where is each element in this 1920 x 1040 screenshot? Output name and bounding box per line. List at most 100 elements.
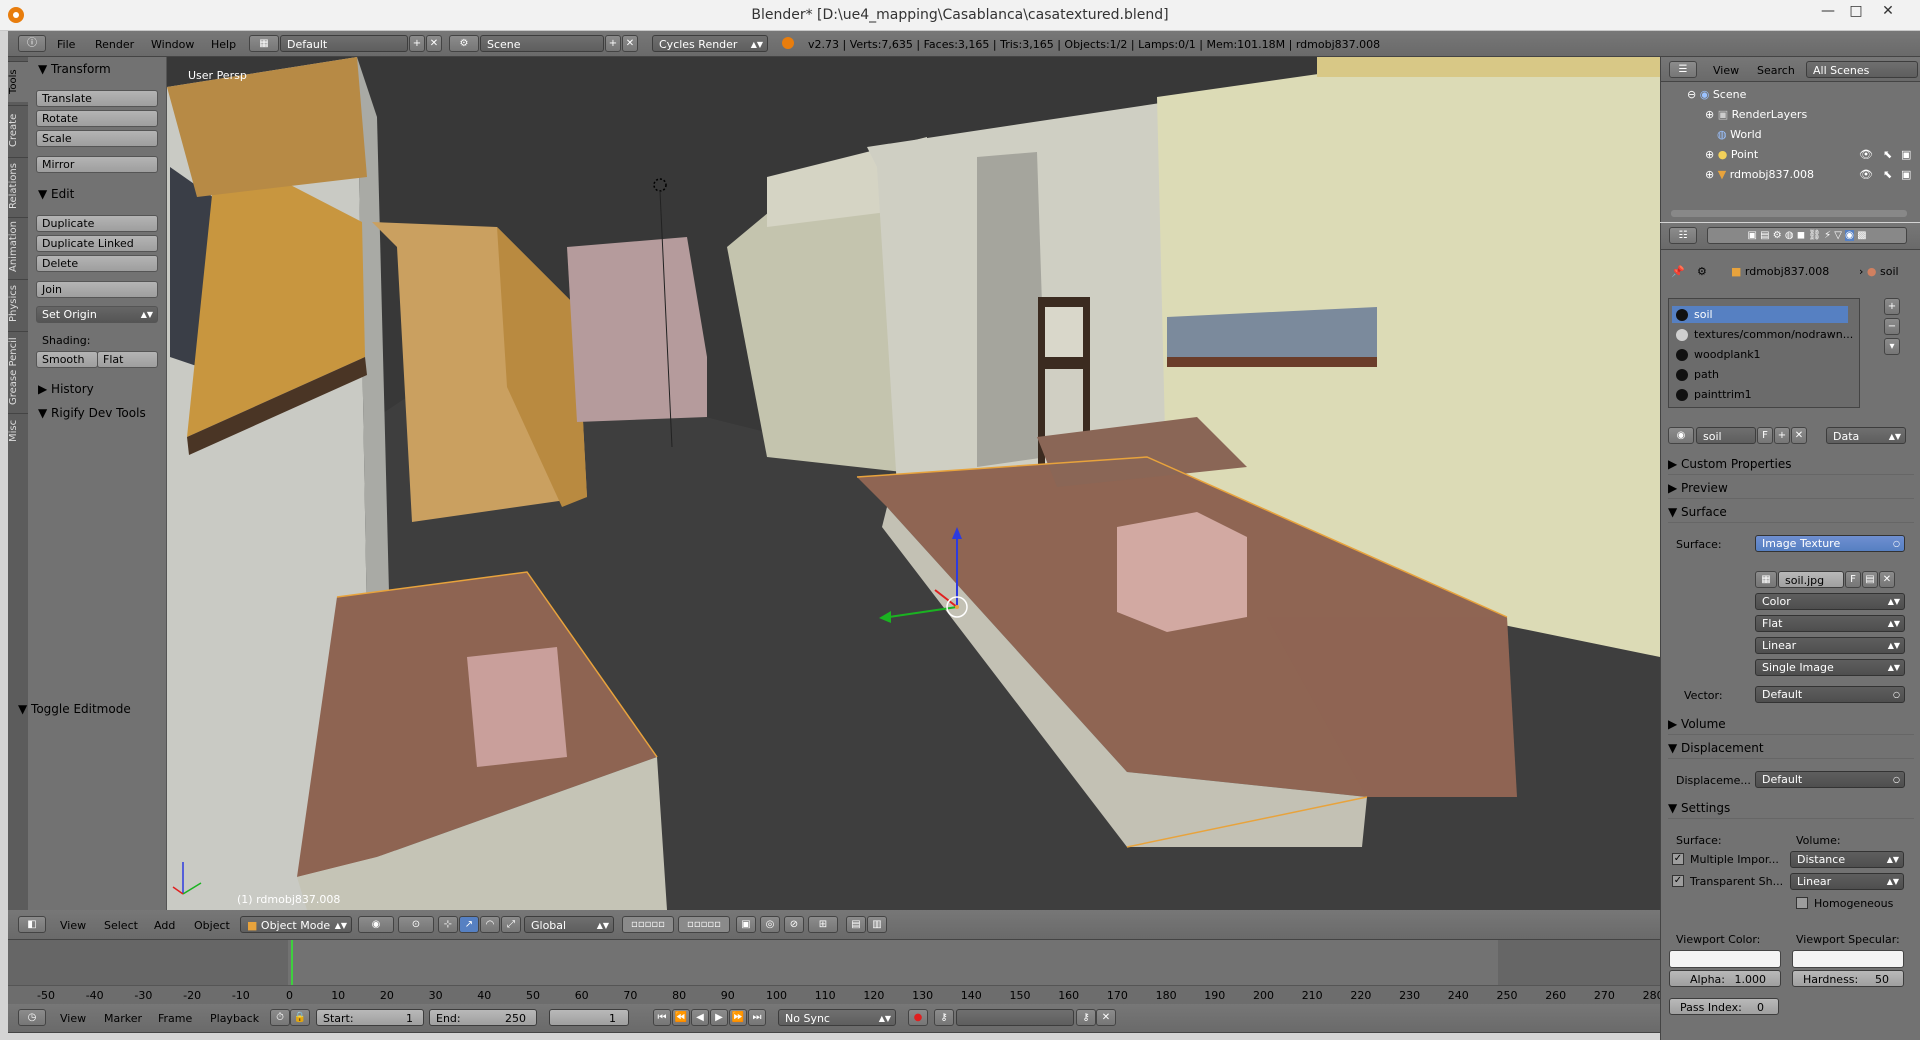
transparent-shadows-checkbox[interactable]: ✓ <box>1672 875 1684 887</box>
delete-button[interactable]: Delete <box>36 255 158 272</box>
outliner-item-scene[interactable]: ⊖ ◉ Scene <box>1687 88 1746 101</box>
sync-mode-select[interactable]: No Sync ▲▼ <box>778 1009 896 1026</box>
edit-panel-header[interactable]: ▼ Edit <box>38 187 170 201</box>
render-camera-icon[interactable]: ▣ <box>1901 168 1911 181</box>
displacement-panel-header[interactable]: ▼ Displacement <box>1668 741 1914 759</box>
smooth-button[interactable]: Smooth <box>36 351 98 368</box>
set-origin-select[interactable]: Set Origin ▲▼ <box>36 306 158 323</box>
snap-element-icon[interactable]: ⊞ <box>808 916 838 933</box>
material-slot-painttrim1[interactable]: painttrim1 <box>1676 388 1752 401</box>
editor-type-outliner-icon[interactable]: ☰ <box>1669 61 1697 78</box>
render-anim-icon[interactable]: ▥ <box>867 916 887 933</box>
translate-button[interactable]: Translate <box>36 90 158 107</box>
menu-file[interactable]: File <box>57 38 75 51</box>
scale-manipulator-icon[interactable]: ⤢ <box>501 916 521 933</box>
material-browse-icon[interactable]: ◉ <box>1668 427 1694 444</box>
jump-start-icon[interactable]: ⏮ <box>653 1009 671 1026</box>
menu-help[interactable]: Help <box>211 38 236 51</box>
menu-timeline-view[interactable]: View <box>60 1012 86 1025</box>
mirror-button[interactable]: Mirror <box>36 156 158 173</box>
outliner-filter-select[interactable]: All Scenes <box>1806 61 1918 78</box>
multiple-importance-checkbox[interactable]: ✓ <box>1672 853 1684 865</box>
volume-panel-header[interactable]: ▶ Volume <box>1668 717 1914 735</box>
material-link-select[interactable]: Data ▲▼ <box>1826 427 1906 444</box>
displacement-select[interactable]: Default ○ <box>1755 771 1905 788</box>
pass-index-field[interactable]: Pass Index: 0 <box>1669 998 1779 1015</box>
tab-relations[interactable]: Relations <box>8 157 28 214</box>
jump-key-forward-icon[interactable]: ⏩ <box>729 1009 747 1026</box>
image-open-button[interactable]: ▤ <box>1862 571 1878 588</box>
snap-toggle-icon[interactable]: ⊘ <box>784 916 804 933</box>
material-slot-path[interactable]: path <box>1676 368 1719 381</box>
preview-panel-header[interactable]: ▶ Preview <box>1668 481 1914 499</box>
menu-object[interactable]: Object <box>194 919 230 932</box>
image-browse-icon[interactable]: ▦ <box>1755 571 1777 588</box>
duplicate-button[interactable]: Duplicate <box>36 215 158 232</box>
outliner-menu-view[interactable]: View <box>1713 64 1739 77</box>
outliner-scrollbar[interactable] <box>1671 210 1907 217</box>
image-color-select[interactable]: Color ▲▼ <box>1755 593 1905 610</box>
custom-properties-panel-header[interactable]: ▶ Custom Properties <box>1668 457 1914 475</box>
remove-layout-button[interactable]: ✕ <box>426 35 442 52</box>
surface-panel-header[interactable]: ▼ Surface <box>1668 505 1914 523</box>
surface-shader-select[interactable]: Image Texture ○ <box>1755 535 1905 552</box>
editor-type-timeline-icon[interactable]: ◷ <box>18 1009 46 1026</box>
duplicate-linked-button[interactable]: Duplicate Linked <box>36 235 158 252</box>
remove-scene-button[interactable]: ✕ <box>622 35 638 52</box>
lock-camera-icon[interactable]: ▣ <box>736 916 756 933</box>
scene-icon[interactable]: ⚙ <box>449 35 479 52</box>
manipulator-toggle-icon[interactable]: ⊹ <box>438 916 458 933</box>
viewport-specular-swatch[interactable] <box>1792 950 1904 968</box>
join-button[interactable]: Join <box>36 281 158 298</box>
material-unlink-button[interactable]: ✕ <box>1791 427 1807 444</box>
jump-key-back-icon[interactable]: ⏪ <box>672 1009 690 1026</box>
volume-sampling-select[interactable]: Distance ▲▼ <box>1790 851 1904 868</box>
transform-orientation-select[interactable]: Global ▲▼ <box>524 916 614 933</box>
scale-button[interactable]: Scale <box>36 130 158 147</box>
layer-buttons-b[interactable]: ▫▫▫▫▫ <box>678 916 730 933</box>
translate-manipulator-icon[interactable]: ↗ <box>459 916 479 933</box>
tab-misc[interactable]: Misc <box>8 413 28 448</box>
keying-set-icon[interactable]: ⚷ <box>934 1009 954 1026</box>
screen-layout-icon[interactable]: ▦ <box>249 35 279 52</box>
visibility-eye-icon[interactable]: 👁 <box>1859 148 1873 161</box>
current-frame-field[interactable]: 1 <box>549 1009 629 1026</box>
material-slot-nodrawn[interactable]: textures/common/nodrawn... <box>1676 328 1853 341</box>
insert-keyframe-icon[interactable]: ⚷ <box>1076 1009 1096 1026</box>
outliner-item-renderlayers[interactable]: ⊕ ▣ RenderLayers <box>1705 108 1807 121</box>
delete-keyframe-icon[interactable]: ✕ <box>1096 1009 1116 1026</box>
vector-select[interactable]: Default ○ <box>1755 686 1905 703</box>
image-source-select[interactable]: Single Image ▲▼ <box>1755 659 1905 676</box>
current-frame-indicator[interactable] <box>291 940 293 985</box>
volume-interpolation-select[interactable]: Linear ▲▼ <box>1790 873 1904 890</box>
timeline-ruler[interactable]: -50 -40 -30 -20 -10 0 10 20 30 40 50 60 70 80 90 100 110… <box>8 985 1664 1004</box>
pivot-point-icon[interactable]: ⊙ <box>398 916 434 933</box>
material-specials-button[interactable]: ▾ <box>1884 338 1900 355</box>
material-new-button[interactable]: + <box>1774 427 1790 444</box>
record-icon[interactable]: ● <box>908 1009 928 1026</box>
preview-range-icon[interactable]: ⏱ <box>270 1009 290 1026</box>
outliner-menu-search[interactable]: Search <box>1757 64 1795 77</box>
3d-viewport[interactable]: User Persp (1) rdmobj837.008 <box>167 57 1660 910</box>
remove-material-slot-button[interactable]: − <box>1884 318 1900 335</box>
outliner-item-point[interactable]: ⊕ ● Point <box>1705 148 1758 161</box>
tab-animation[interactable]: Animation <box>8 217 28 276</box>
homogeneous-checkbox[interactable] <box>1796 897 1808 909</box>
visibility-eye-icon[interactable]: 👁 <box>1859 168 1873 181</box>
outliner-item-object[interactable]: ⊕ ▼ rdmobj837.008 <box>1705 168 1814 181</box>
render-camera-icon[interactable]: ▣ <box>1901 148 1911 161</box>
material-name-field[interactable]: soil <box>1696 427 1756 444</box>
viewport-color-swatch[interactable] <box>1669 950 1781 968</box>
screen-layout-field[interactable]: Default <box>280 35 408 52</box>
keying-set-field[interactable] <box>956 1009 1074 1026</box>
menu-window[interactable]: Window <box>151 38 194 51</box>
select-cursor-icon[interactable]: ⬉ <box>1883 148 1892 161</box>
menu-select[interactable]: Select <box>104 919 138 932</box>
render-engine-select[interactable]: Cycles Render ▲▼ <box>652 35 768 52</box>
rotate-manipulator-icon[interactable]: ◠ <box>480 916 500 933</box>
material-fake-user-button[interactable]: F <box>1757 427 1773 444</box>
play-icon[interactable]: ▶ <box>710 1009 728 1026</box>
add-material-slot-button[interactable]: + <box>1884 298 1900 315</box>
pin-icon[interactable]: 📌 <box>1671 265 1685 278</box>
alpha-field[interactable]: Alpha: 1.000 <box>1669 970 1781 987</box>
